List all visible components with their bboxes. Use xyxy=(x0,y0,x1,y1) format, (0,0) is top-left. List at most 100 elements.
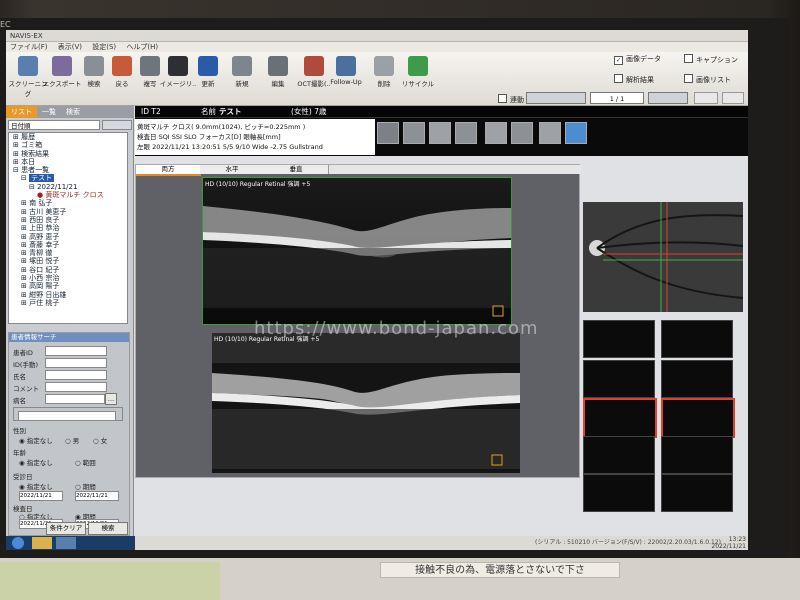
thumbnail-scan[interactable] xyxy=(661,436,733,474)
tab-horizontal[interactable]: 水平 xyxy=(200,165,265,174)
folder-icon[interactable] xyxy=(32,537,52,549)
thumbnail-scan[interactable] xyxy=(583,360,655,398)
tree-item[interactable]: ⊟ 患者一覧 xyxy=(9,166,127,174)
checkbox-image-list[interactable]: 画像リスト xyxy=(684,74,731,85)
checkbox-image-data[interactable]: ✓ 画像データ xyxy=(614,54,661,65)
exam-info: 黄斑マルチ クロス( 9.0mm(1024), ピッチ=0.225mm ) 検査… xyxy=(135,119,375,155)
bscan-vertical[interactable]: HD (10/10) Regular Retinal 強調 +5 xyxy=(212,333,520,473)
patient-search-panel: 患者情報サーチ 患者ID ID(手動) 氏名 コメント 病名 … 性別 ◉ 指定… xyxy=(8,332,130,536)
tab-vertical[interactable]: 垂直 xyxy=(264,165,329,174)
tab-overview[interactable]: 一覧 xyxy=(37,106,61,118)
recycle-icon xyxy=(408,56,428,76)
tree-item[interactable]: ⊞ 古川 美恵子 xyxy=(9,208,127,216)
tree-item-selected[interactable]: ⊟ テスト xyxy=(9,174,127,183)
fundus-image[interactable] xyxy=(583,202,743,312)
save-icon[interactable] xyxy=(539,122,561,144)
tab-list[interactable]: リスト xyxy=(6,106,37,118)
sex-section-label: 性別 xyxy=(13,427,26,435)
menu-file[interactable]: ファイル(F) xyxy=(10,43,48,51)
exam-info-line: 検査日 SQI SSI SLO フォーカス[D] 眼軸長[mm] xyxy=(137,133,281,141)
disease-picker-button[interactable]: … xyxy=(105,393,117,405)
exam-info-line: 左眼 2022/11/21 13:20:51 5/5 9/10 Wide -2.… xyxy=(137,143,323,151)
clear-conditions-button[interactable]: 条件クリア xyxy=(46,522,86,535)
compare-button[interactable] xyxy=(722,92,744,104)
field-label: 氏名 xyxy=(13,373,26,381)
display-button[interactable] xyxy=(694,92,718,104)
menu-view[interactable]: 表示(V) xyxy=(58,43,82,51)
visit-option-period[interactable]: ○ 期間 xyxy=(75,481,96,491)
sex-option-any[interactable]: ◉ 指定なし xyxy=(19,435,53,445)
tree-item[interactable]: ⊞ 南 弘子 xyxy=(9,199,127,207)
watermark: https://www.bond-japan.com xyxy=(254,318,539,339)
patient-id-input[interactable] xyxy=(45,346,107,356)
thumbnail-scan[interactable] xyxy=(583,436,655,474)
age-option-range[interactable]: ○ 範囲 xyxy=(75,457,96,467)
visit-option-any[interactable]: ◉ 指定なし xyxy=(19,481,53,491)
capture-icon[interactable] xyxy=(511,122,533,144)
tree-item[interactable]: ⊞ 谷口 紀子 xyxy=(9,266,127,274)
tree-item[interactable]: ⊞ 塚田 悦子 xyxy=(9,257,127,265)
menu-settings[interactable]: 設定(S) xyxy=(92,43,116,51)
link-checkbox[interactable]: 連動 xyxy=(498,94,524,105)
patient-name-label: 名前 xyxy=(201,107,216,116)
tree-item[interactable]: ⊞ 高岡 陽子 xyxy=(9,282,127,290)
patient-tree[interactable]: ⊞ 履歴 ⊞ ゴミ箱 ⊞ 検索結果 ⊞ 本日 ⊟ 患者一覧 ⊟ テスト ⊟ 20… xyxy=(8,132,128,324)
tree-item[interactable]: ⊞ 上田 恭治 xyxy=(9,224,127,232)
sex-option-male[interactable]: ○ 男 xyxy=(65,435,79,445)
tree-item[interactable]: ⊞ 検索結果 xyxy=(9,150,127,158)
screen-icon xyxy=(18,56,38,76)
print-icon[interactable] xyxy=(485,122,507,144)
tree-item[interactable]: ⊞ 紺野 日出雄 xyxy=(9,291,127,299)
visit-date-to[interactable]: 2022/11/21 xyxy=(75,491,119,501)
taskbar xyxy=(6,536,135,550)
thumbnail-scan[interactable] xyxy=(583,474,655,512)
thumbnail-scan-selected[interactable] xyxy=(583,398,657,438)
status-bar: (シリアル : 510210 バージョン(F/S/V) : 22002/2.20… xyxy=(135,536,748,550)
delete-icon xyxy=(374,56,394,76)
layout-icon[interactable] xyxy=(377,122,399,144)
menu-help[interactable]: ヘルプ(H) xyxy=(126,43,158,51)
start-icon[interactable] xyxy=(12,537,24,549)
thumbnail-scan[interactable] xyxy=(661,474,733,512)
checkbox-analysis[interactable]: 解析結果 xyxy=(614,74,654,85)
document-icon[interactable] xyxy=(565,122,587,144)
recycle-button[interactable]: リサイクル xyxy=(396,56,440,102)
sort-select[interactable]: 日付順 xyxy=(8,120,100,130)
viewer-tabs: 両方 水平 垂直 xyxy=(136,165,581,176)
split-icon[interactable] xyxy=(403,122,425,144)
sort-buttons[interactable] xyxy=(102,120,132,130)
thumbnail-scan-selected[interactable] xyxy=(661,398,735,438)
thumbnail-scan[interactable] xyxy=(583,320,655,358)
visit-section-label: 受診日 xyxy=(13,473,33,481)
comment-input[interactable] xyxy=(45,382,107,392)
nav-controls[interactable] xyxy=(526,92,586,104)
search-execute-button[interactable]: 検索 xyxy=(88,522,128,535)
tree-item[interactable]: ⊟ 2022/11/21 xyxy=(9,183,127,191)
tree-item[interactable]: ⊞ 本日 xyxy=(9,158,127,166)
viewer-toolbar xyxy=(375,120,593,150)
tab-both[interactable]: 両方 xyxy=(136,165,201,176)
left-tabs: リスト 一覧 検索 xyxy=(6,106,134,118)
report-icon[interactable] xyxy=(429,122,451,144)
exam-type-select[interactable] xyxy=(18,411,116,421)
keratometry-icon[interactable] xyxy=(455,122,477,144)
age-option-any[interactable]: ◉ 指定なし xyxy=(19,457,53,467)
checkbox-caption[interactable]: キャプション xyxy=(684,54,738,65)
navis-taskbar-icon[interactable] xyxy=(56,537,76,549)
tree-item[interactable]: ⊞ 高野 恵子 xyxy=(9,233,127,241)
patient-sex-age: (女性) 7歳 xyxy=(291,107,327,116)
manual-id-input[interactable] xyxy=(45,358,107,368)
screen: NAVIS-EX ファイル(F) 表示(V) 設定(S) ヘルプ(H) スクリー… xyxy=(6,30,748,550)
name-input[interactable] xyxy=(45,370,107,380)
page-nav-buttons[interactable] xyxy=(648,92,688,104)
tree-item[interactable]: ⊞ 戸住 桃子 xyxy=(9,299,127,307)
visit-date-from[interactable]: 2022/11/21 xyxy=(19,491,63,501)
sex-option-female[interactable]: ○ 女 xyxy=(93,435,107,445)
bscan-horizontal[interactable]: HD (10/10) Regular Retinal 強調 +5 xyxy=(202,177,512,325)
tree-item[interactable]: ⊞ ゴミ箱 xyxy=(9,141,127,149)
disease-input[interactable] xyxy=(45,394,105,404)
tree-item[interactable]: ⊞ 斎藤 幸子 xyxy=(9,241,127,249)
tab-search[interactable]: 検索 xyxy=(61,106,85,118)
thumbnail-scan[interactable] xyxy=(661,360,733,398)
thumbnail-scan[interactable] xyxy=(661,320,733,358)
